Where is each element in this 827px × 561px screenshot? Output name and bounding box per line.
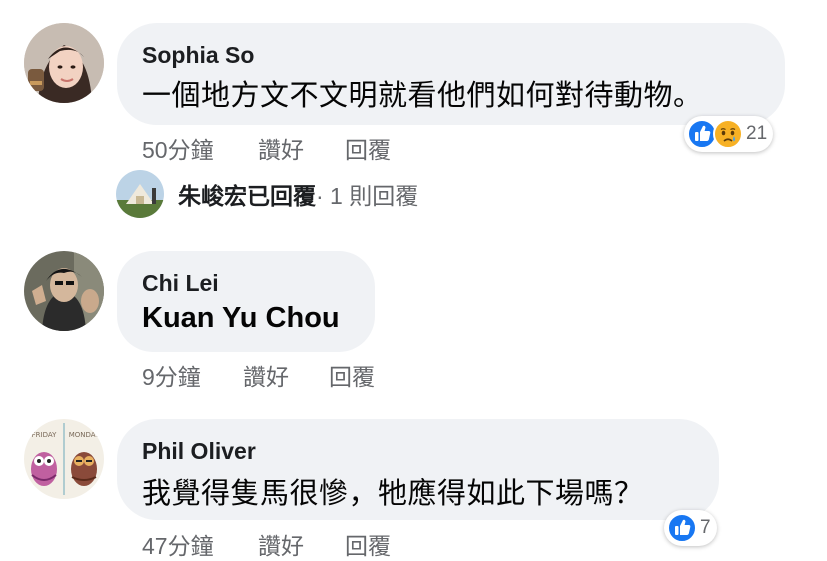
view-replies-link[interactable]: 朱峻宏 已回覆 · 1 則回覆 bbox=[116, 170, 418, 218]
comment-author-name[interactable]: Chi Lei bbox=[142, 270, 219, 297]
reply-author-name: 朱峻宏 bbox=[178, 183, 247, 209]
reaction-summary[interactable]: 21 bbox=[684, 116, 774, 152]
reaction-summary[interactable]: 7 bbox=[664, 510, 717, 546]
like-reaction-icon bbox=[667, 513, 697, 543]
sad-reaction-icon bbox=[713, 119, 743, 149]
avatar-chi-lei[interactable] bbox=[24, 251, 104, 331]
reply-count-text: · 1 則回覆 bbox=[316, 183, 419, 209]
comment-text: 一個地方文不文明就看他們如何對待動物。 bbox=[142, 80, 703, 112]
avatar-monday-label: MONDAY bbox=[69, 431, 100, 439]
reply-button[interactable]: 回覆 bbox=[345, 131, 391, 165]
reaction-count: 7 bbox=[700, 517, 711, 538]
avatar-phil-oliver[interactable]: FRIDAY MONDAY bbox=[24, 419, 104, 499]
comment-timestamp[interactable]: 9分鐘 bbox=[142, 358, 201, 392]
like-button[interactable]: 讚好 bbox=[258, 527, 304, 561]
avatar-sophia-so[interactable] bbox=[24, 23, 104, 103]
reply-button[interactable]: 回覆 bbox=[345, 527, 391, 561]
reply-suffix: 已回覆 bbox=[247, 183, 316, 209]
reply-button[interactable]: 回覆 bbox=[329, 358, 375, 392]
comment-timestamp[interactable]: 47分鐘 bbox=[142, 527, 214, 561]
reaction-count: 21 bbox=[746, 123, 768, 144]
comment-timestamp[interactable]: 50分鐘 bbox=[142, 131, 214, 165]
comment-text: 我覺得隻馬很慘，牠應得如此下場嗎？ bbox=[142, 478, 644, 510]
like-button[interactable]: 讚好 bbox=[258, 131, 304, 165]
avatar-reply-author bbox=[116, 170, 164, 218]
comment-author-name[interactable]: Sophia So bbox=[142, 42, 254, 69]
avatar-friday-label: FRIDAY bbox=[32, 431, 57, 439]
comment-text: Kuan Yu Chou bbox=[142, 302, 340, 334]
like-button[interactable]: 讚好 bbox=[243, 358, 289, 392]
comment-author-name[interactable]: Phil Oliver bbox=[142, 438, 256, 465]
